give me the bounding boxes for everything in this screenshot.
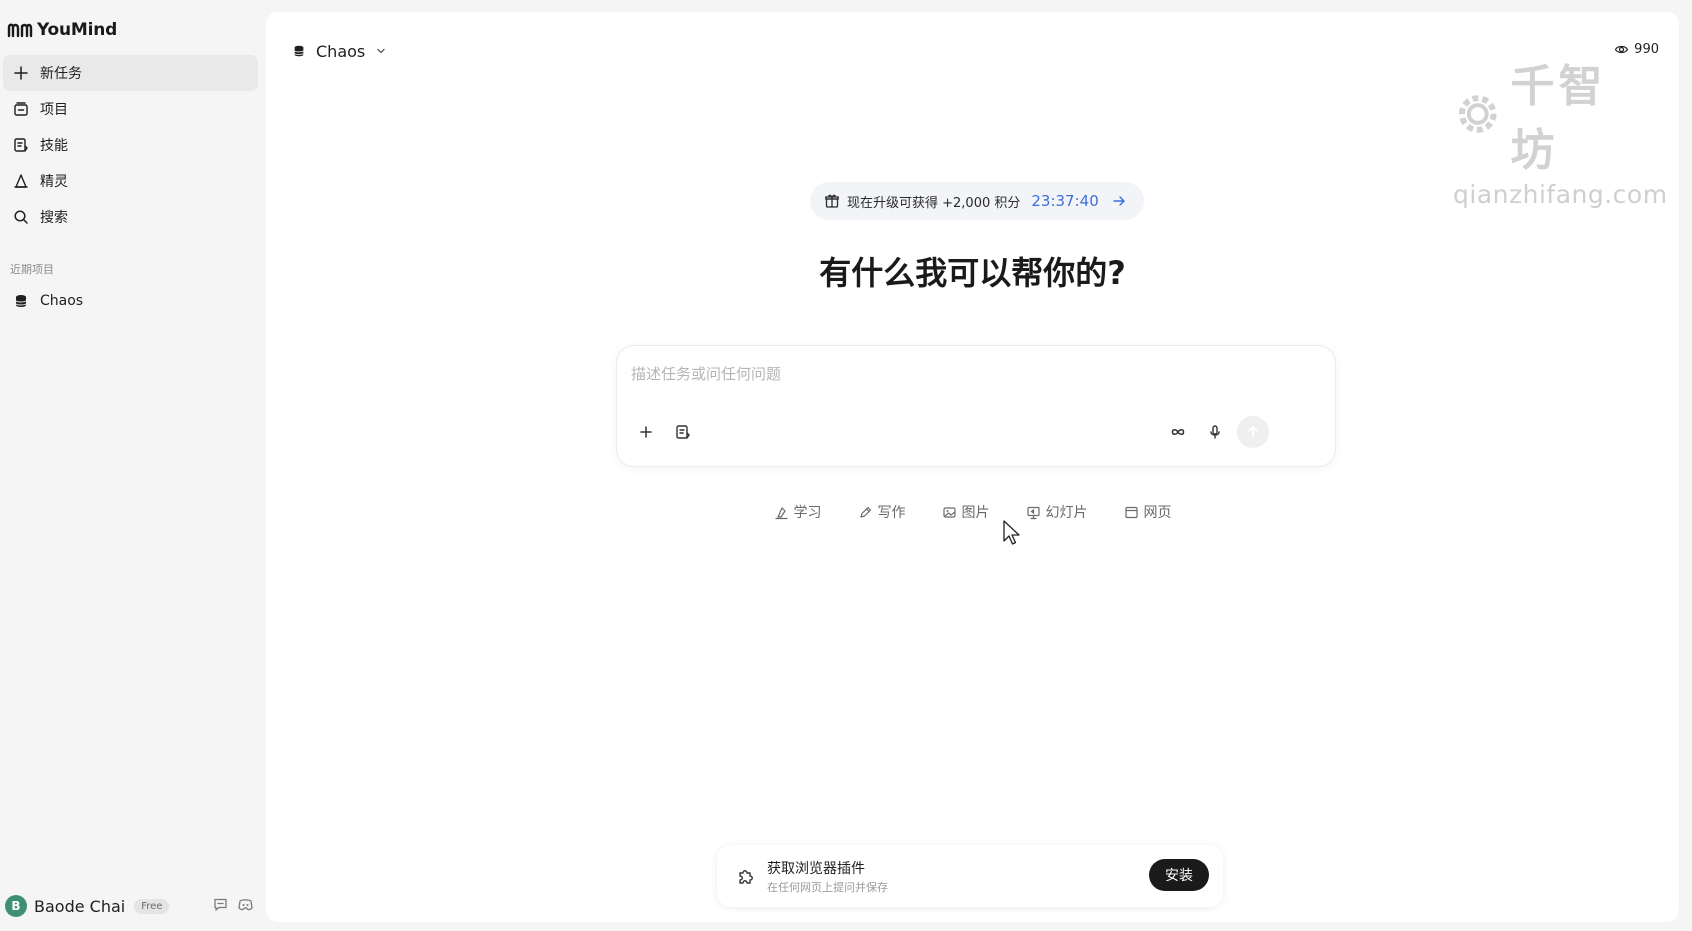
chip-study[interactable]: 学习 bbox=[762, 496, 834, 528]
feedback-chat-icon[interactable] bbox=[212, 896, 229, 913]
extension-subtitle: 在任何网页上提问并保存 bbox=[767, 881, 888, 894]
skill-icon bbox=[676, 425, 690, 439]
infinity-icon bbox=[1171, 429, 1185, 435]
sidebar-item-label: 精灵 bbox=[40, 174, 68, 190]
upgrade-promo-banner[interactable]: 现在升级可获得 +2,000 积分 23:37:40 bbox=[810, 182, 1144, 220]
youmind-logo-icon bbox=[7, 23, 33, 38]
user-name: Baode Chai bbox=[34, 896, 126, 916]
sidebar-item-projects[interactable]: 项目 bbox=[3, 91, 258, 127]
sidebar-item-new-task[interactable]: 新任务 bbox=[3, 55, 258, 91]
study-icon bbox=[774, 506, 788, 519]
sidebar-item-skills[interactable]: 技能 bbox=[3, 127, 258, 163]
extension-title: 获取浏览器插件 bbox=[767, 861, 865, 877]
chip-writing[interactable]: 写作 bbox=[846, 496, 918, 528]
promo-countdown: 23:37:40 bbox=[1031, 192, 1099, 210]
credits-counter[interactable]: 990 bbox=[1614, 38, 1659, 60]
project-box-icon bbox=[12, 100, 30, 118]
recent-project-label: Chaos bbox=[40, 293, 84, 309]
sidebar-item-label: 新任务 bbox=[40, 66, 82, 82]
brand[interactable]: YouMind bbox=[7, 18, 117, 42]
promo-text: 现在升级可获得 +2,000 积分 bbox=[847, 195, 1021, 211]
app-window: YouMind 新任务 项目 技能 精灵 搜索 近期项目 Chaos B Bao… bbox=[0, 0, 1692, 931]
sidebar-item-label: 项目 bbox=[40, 102, 68, 118]
chip-label: 学习 bbox=[793, 505, 822, 521]
chip-image[interactable]: 图片 bbox=[930, 496, 1002, 528]
recent-projects-list: Chaos bbox=[3, 283, 258, 319]
project-switcher[interactable]: Chaos bbox=[292, 38, 387, 64]
sidebar-item-spirits[interactable]: 精灵 bbox=[3, 163, 258, 199]
database-icon bbox=[292, 44, 306, 58]
page-title: 有什么我可以帮你的? bbox=[819, 254, 1126, 292]
chip-label: 幻灯片 bbox=[1045, 505, 1088, 521]
task-composer bbox=[616, 345, 1336, 467]
user-profile[interactable]: B Baode Chai Free bbox=[5, 893, 170, 919]
arrow-up-icon bbox=[1248, 426, 1258, 438]
plus-icon bbox=[640, 426, 652, 438]
gift-icon bbox=[824, 193, 840, 209]
sidebar-nav: 新任务 项目 技能 精灵 搜索 bbox=[3, 55, 258, 235]
sidebar-item-search[interactable]: 搜索 bbox=[3, 199, 258, 235]
watermark-text: 千智坊 bbox=[1510, 61, 1607, 176]
chip-slides[interactable]: 幻灯片 bbox=[1014, 496, 1100, 528]
presentation-icon bbox=[1026, 506, 1040, 519]
skill-picker-button[interactable] bbox=[668, 417, 698, 447]
project-name: Chaos bbox=[316, 41, 366, 61]
send-button[interactable] bbox=[1237, 416, 1269, 448]
sidebar-tools bbox=[212, 896, 254, 913]
voice-input-button[interactable] bbox=[1200, 417, 1230, 447]
chevron-down-icon bbox=[375, 45, 387, 57]
infinite-mode-button[interactable] bbox=[1163, 417, 1193, 447]
install-extension-button[interactable]: 安装 bbox=[1149, 859, 1209, 891]
sidebar-item-label: 搜索 bbox=[40, 210, 68, 226]
pen-icon bbox=[859, 506, 871, 518]
chip-webpage[interactable]: 网页 bbox=[1112, 496, 1184, 528]
microphone-icon bbox=[1210, 425, 1220, 439]
credits-value: 990 bbox=[1634, 41, 1659, 57]
main-panel: Chaos 990 千智坊 qianzhifang.com 现在升级可获得 +2… bbox=[266, 12, 1679, 922]
sidebar: YouMind 新任务 项目 技能 精灵 搜索 近期项目 Chaos B Bao… bbox=[0, 0, 264, 931]
recent-project-item[interactable]: Chaos bbox=[3, 283, 258, 319]
watermark-url: qianzhifang.com bbox=[1453, 180, 1668, 209]
search-icon bbox=[12, 208, 30, 226]
add-attachment-button[interactable] bbox=[631, 417, 661, 447]
webpage-icon bbox=[1124, 506, 1138, 518]
chip-label: 写作 bbox=[877, 505, 906, 521]
watermark-gear-icon bbox=[1458, 95, 1497, 133]
sidebar-item-label: 技能 bbox=[40, 138, 68, 154]
watermark: 千智坊 qianzhifang.com bbox=[1453, 50, 1668, 209]
plus-icon bbox=[12, 64, 30, 82]
skill-icon bbox=[12, 136, 30, 154]
credits-eye-icon bbox=[1615, 45, 1629, 53]
image-icon bbox=[942, 506, 956, 518]
arrow-right-icon bbox=[1106, 194, 1126, 208]
recent-projects-label: 近期项目 bbox=[10, 263, 54, 276]
chip-label: 网页 bbox=[1143, 505, 1172, 521]
task-input[interactable] bbox=[631, 362, 1321, 386]
spirit-hat-icon bbox=[12, 172, 30, 190]
plan-badge: Free bbox=[134, 898, 170, 914]
puzzle-piece-icon bbox=[736, 866, 756, 886]
brand-name: YouMind bbox=[37, 20, 118, 40]
browser-extension-card: 获取浏览器插件 在任何网页上提问并保存 安装 bbox=[717, 845, 1223, 907]
avatar: B bbox=[5, 895, 27, 917]
quick-action-chips: 学习 写作 图片 幻灯片 网页 bbox=[266, 496, 1679, 528]
database-icon bbox=[12, 292, 30, 310]
chip-label: 图片 bbox=[961, 505, 990, 521]
discord-icon[interactable] bbox=[237, 896, 254, 913]
